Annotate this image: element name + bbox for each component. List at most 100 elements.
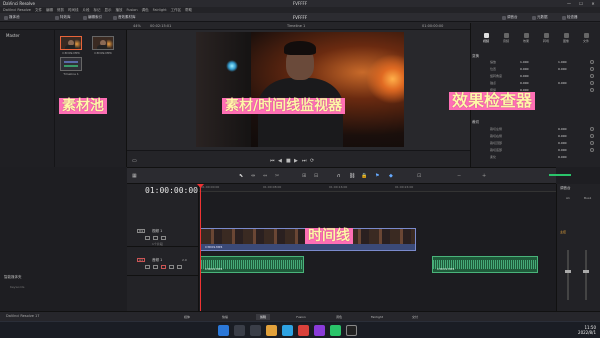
zoom-fit-icon[interactable]: ⊡ [417, 173, 421, 179]
position-lock-icon[interactable]: 🔒 [361, 173, 367, 179]
menu-item-edit[interactable]: 编辑 [46, 8, 53, 13]
menu-item-help[interactable]: 帮助 [185, 8, 192, 13]
property-x-value[interactable]: 1.000 [520, 60, 529, 64]
edit-index-button[interactable]: 编辑索引 [83, 15, 102, 20]
page-fusion[interactable]: Fusion [294, 314, 308, 320]
zoom-level[interactable]: 44% [133, 24, 141, 28]
close-button[interactable]: ✕ [587, 0, 599, 7]
fader-knob[interactable] [583, 270, 589, 273]
reset-icon[interactable] [590, 134, 594, 138]
inspector-button[interactable]: 检查器 [562, 15, 578, 20]
property-y-value[interactable]: 1.000 [558, 60, 567, 64]
transform-section-header[interactable]: 变换 [472, 54, 479, 59]
crop-value[interactable]: 0.000 [558, 134, 567, 138]
viewer-frame[interactable] [196, 32, 404, 147]
page-deliver[interactable]: 交付 [408, 314, 422, 320]
property-x-value[interactable]: 0.000 [520, 67, 529, 71]
clock[interactable]: 11:50 2022/8/1 [578, 325, 596, 335]
crop-section-header[interactable]: 裁切 [472, 120, 479, 125]
menu-item-fairlight[interactable]: Fairlight [153, 8, 167, 12]
minimize-button[interactable]: — [563, 0, 575, 7]
property-y-value[interactable]: 0.000 [558, 81, 567, 85]
media-clip-thumbnail[interactable] [60, 36, 82, 50]
reset-icon[interactable] [590, 127, 594, 131]
reset-icon[interactable] [590, 141, 594, 145]
marker-icon[interactable]: ◆ [389, 173, 393, 179]
play-icon[interactable]: ▶ [294, 158, 298, 164]
zoom-in-icon[interactable]: + [482, 173, 486, 179]
inspector-tab-video[interactable]: 视频 [477, 33, 495, 43]
reset-icon[interactable] [590, 88, 594, 92]
maximize-button[interactable]: ☐ [575, 0, 587, 7]
lock-track-icon[interactable] [145, 265, 150, 269]
track-tag[interactable]: V1 [137, 229, 145, 233]
menu-item-fusion[interactable]: Fusion [126, 8, 137, 12]
task-view-icon[interactable] [250, 325, 261, 336]
reset-icon[interactable] [590, 60, 594, 64]
property-y-value[interactable]: 0.000 [558, 67, 567, 71]
timeline-view-icon[interactable]: ▦ [132, 173, 137, 179]
insert-clip-icon[interactable]: ⊞ [302, 173, 306, 179]
auto-select-icon[interactable] [153, 236, 158, 240]
menu-item-workspace[interactable]: 工作区 [171, 8, 182, 13]
inspector-tab-effects[interactable]: 效果 [517, 33, 535, 43]
inspector-tab-file[interactable]: 文件 [577, 33, 595, 43]
menu-item-timeline[interactable]: 时间线 [68, 8, 79, 13]
rewind-icon[interactable]: ⏮ [270, 158, 275, 164]
inspector-tab-transition[interactable]: 转场 [537, 33, 555, 43]
page-cut[interactable]: 快编 [218, 314, 232, 320]
menu-item-file[interactable]: 文件 [35, 8, 42, 13]
auto-select-icon[interactable] [153, 265, 158, 269]
disable-track-icon[interactable] [161, 236, 166, 240]
page-media[interactable]: 媒体 [180, 314, 194, 320]
menu-item-clip[interactable]: 片段 [82, 8, 89, 13]
crop-value[interactable]: 0.000 [558, 148, 567, 152]
menu-item-trim[interactable]: 修剪 [57, 8, 64, 13]
reverse-play-icon[interactable]: ◀ [278, 158, 282, 164]
inspector-tab-audio[interactable]: 音频 [497, 33, 515, 43]
file-explorer-icon[interactable] [266, 325, 277, 336]
stop-icon[interactable]: ■ [286, 158, 291, 164]
viewer-options-icon[interactable]: ▭ [132, 158, 137, 164]
search-icon[interactable] [234, 325, 245, 336]
snapping-icon[interactable]: ∩ [337, 173, 341, 179]
menu-item-color[interactable]: 调色 [142, 8, 149, 13]
menu-item-mark[interactable]: 标记 [93, 8, 100, 13]
flag-icon[interactable]: ⚑ [375, 173, 379, 179]
master-bin[interactable]: Master [6, 33, 20, 38]
audio-level-slider[interactable] [549, 174, 571, 176]
inspector-tab-image[interactable]: 图像 [557, 33, 575, 43]
resolve-taskbar-icon[interactable] [346, 325, 357, 336]
mute-icon[interactable] [177, 265, 182, 269]
property-x-value[interactable]: 0.000 [520, 74, 529, 78]
blade-tool-icon[interactable]: ✂ [275, 173, 279, 179]
mixer-button[interactable]: 调音台 [502, 15, 518, 20]
crop-value[interactable]: 0.000 [558, 127, 567, 131]
page-color[interactable]: 调色 [332, 314, 346, 320]
loop-icon[interactable]: ⟳ [310, 158, 314, 164]
page-edit[interactable]: 剪辑 [256, 314, 270, 320]
trim-tool-icon[interactable]: ⇹ [251, 173, 255, 179]
audio-clip[interactable]: C3D09.MP4 [200, 256, 304, 273]
app-icon[interactable] [314, 325, 325, 336]
menu-item-app[interactable]: DaVinci Resolve [3, 8, 31, 12]
menu-item-playback[interactable]: 播放 [115, 8, 122, 13]
record-arm-icon[interactable] [161, 265, 166, 269]
crop-value[interactable]: 0.000 [558, 141, 567, 145]
sound-library-button[interactable]: 音效素材库 [113, 15, 136, 20]
reset-icon[interactable] [590, 67, 594, 71]
selection-tool-icon[interactable]: ⬉ [239, 173, 243, 179]
linked-selection-icon[interactable]: ⛓ [349, 173, 355, 179]
reset-icon[interactable] [590, 148, 594, 152]
reset-icon[interactable] [590, 81, 594, 85]
crop-value[interactable]: 0.000 [558, 155, 567, 159]
page-fairlight[interactable]: Fairlight [370, 314, 384, 320]
effects-button[interactable]: 特效库 [55, 15, 71, 20]
keywords-label[interactable]: Keywords [10, 285, 24, 289]
audio-clip[interactable]: C3D09.MP4 [432, 256, 538, 273]
timeline-ruler[interactable]: 01:00:00:00 01:00:08:00 01:00:16:00 01:0… [199, 184, 556, 192]
windows-start-icon[interactable] [218, 325, 229, 336]
app-icon[interactable] [330, 325, 341, 336]
property-x-value[interactable]: 0.000 [520, 81, 529, 85]
media-clip-thumbnail[interactable] [92, 36, 114, 50]
